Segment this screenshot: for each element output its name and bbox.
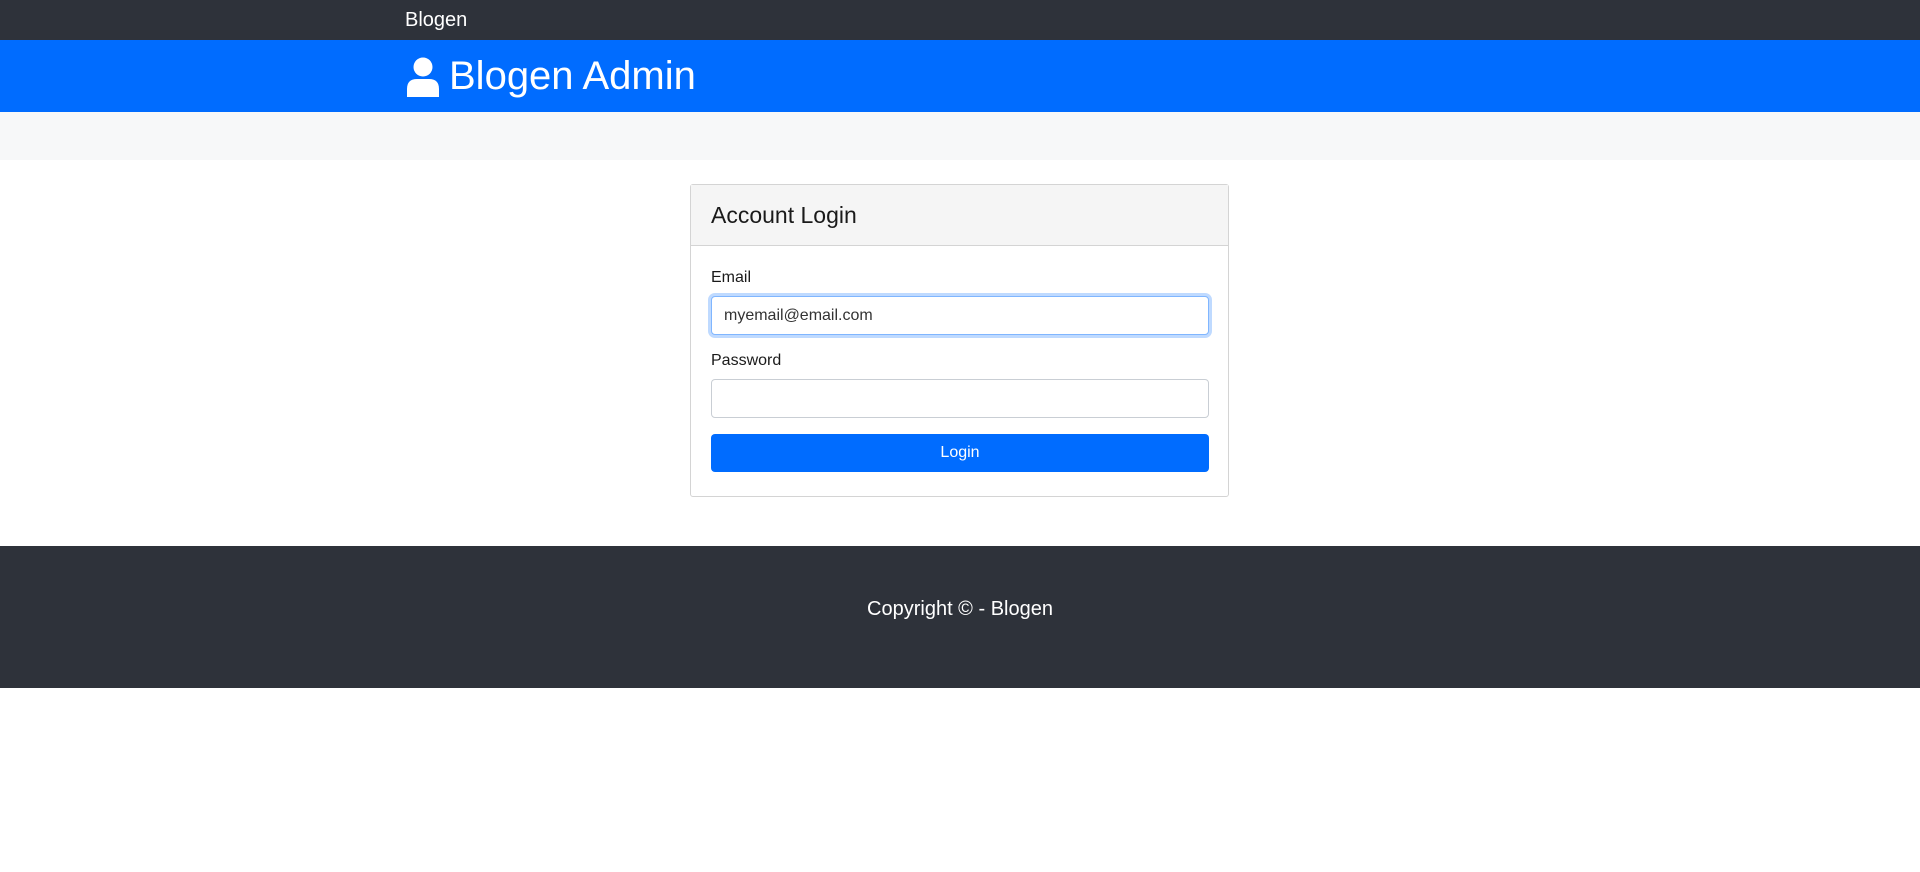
login-section: Account Login Email Password Login [0, 160, 1920, 546]
login-card-header: Account Login [691, 185, 1228, 246]
page-footer: Copyright © - Blogen [0, 546, 1920, 688]
login-card-title: Account Login [711, 201, 857, 228]
password-label: Password [711, 352, 782, 369]
password-input[interactable] [711, 379, 1209, 418]
email-input[interactable] [711, 296, 1209, 335]
page-title-text: Blogen Admin [449, 54, 696, 98]
page-title: Blogen Admin [405, 48, 696, 104]
user-icon [405, 56, 441, 97]
top-navbar: Blogen [0, 0, 1920, 40]
footer-copyright: Copyright © - Blogen [867, 597, 1053, 620]
header-container: Blogen Admin [390, 40, 1530, 112]
navbar-container: Blogen [390, 0, 1530, 40]
login-card-body: Email Password Login [691, 246, 1228, 472]
email-label: Email [711, 269, 752, 286]
navbar-brand-link[interactable]: Blogen [405, 8, 467, 32]
login-button[interactable]: Login [711, 434, 1209, 472]
email-form-group: Email [711, 268, 1209, 335]
login-card: Account Login Email Password Login [690, 184, 1229, 497]
page-header: Blogen Admin [0, 40, 1920, 112]
password-form-group: Password [711, 351, 1209, 418]
action-band [0, 112, 1920, 160]
